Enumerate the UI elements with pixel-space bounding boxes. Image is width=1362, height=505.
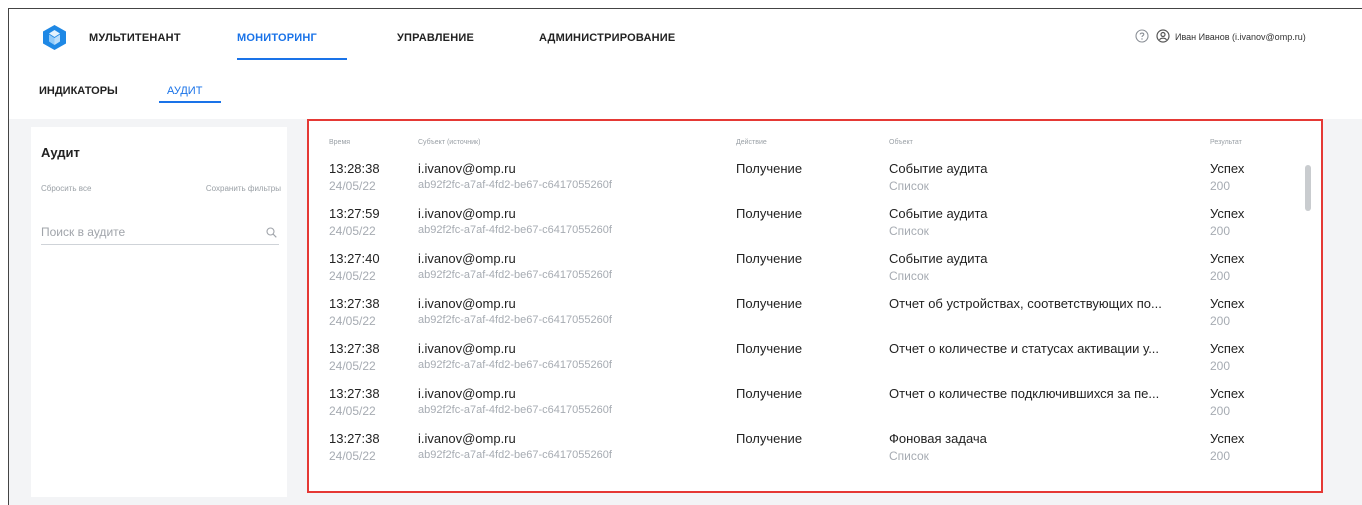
cell-code: 200 [1210,314,1231,328]
sub-nav: ИНДИКАТОРЫ АУДИТ [9,65,1362,119]
nav-monitoring[interactable]: МОНИТОРИНГ [237,32,317,44]
cell-time: 13:28:38 [329,161,380,176]
help-icon[interactable] [1135,29,1149,43]
nav-management[interactable]: УПРАВЛЕНИЕ [397,32,474,44]
cell-date: 24/05/22 [329,359,376,373]
cell-object-sub: Список [889,179,929,193]
column-header-object[interactable]: Объект [889,139,913,146]
table-row[interactable]: 13:27:38 24/05/22 i.ivanov@omp.ru ab92f2… [309,382,1321,427]
logo-icon[interactable] [42,24,67,51]
table-row[interactable]: 13:27:38 24/05/22 i.ivanov@omp.ru ab92f2… [309,292,1321,337]
cell-subject: i.ivanov@omp.ru [418,296,516,311]
user-name[interactable]: Иван Иванов (i.ivanov@omp.ru) [1175,32,1306,42]
cell-time: 13:27:38 [329,386,380,401]
cell-action: Получение [736,341,803,356]
audit-table-panel: Время Субъект (источник) Действие Объект… [307,119,1323,493]
cell-action: Получение [736,161,803,176]
cell-source: ab92f2fc-a7af-4fd2-be67-c6417055260f [418,314,612,326]
cell-result: Успех [1210,386,1245,401]
cell-time: 13:27:40 [329,251,380,266]
cell-subject: i.ivanov@omp.ru [418,251,516,266]
column-header-time[interactable]: Время [329,139,350,146]
cell-date: 24/05/22 [329,269,376,283]
cell-source: ab92f2fc-a7af-4fd2-be67-c6417055260f [418,224,612,236]
cell-action: Получение [736,251,803,266]
cell-object: Событие аудита [889,251,988,266]
column-header-subject[interactable]: Субъект (источник) [418,139,480,146]
cell-object-sub: Список [889,269,929,283]
cell-object-sub: Список [889,224,929,238]
cell-object: Событие аудита [889,206,988,221]
cell-object: Отчет о количестве подключившихся за пе.… [889,386,1160,401]
cell-subject: i.ivanov@omp.ru [418,341,516,356]
cell-time: 13:27:59 [329,206,380,221]
table-row[interactable]: 13:27:40 24/05/22 i.ivanov@omp.ru ab92f2… [309,247,1321,292]
user-icon[interactable] [1156,29,1170,43]
search-field[interactable] [41,219,279,245]
cell-action: Получение [736,431,803,446]
tab-audit[interactable]: АУДИТ [167,85,202,97]
table-row[interactable]: 13:28:38 24/05/22 i.ivanov@omp.ru ab92f2… [309,157,1321,202]
cell-source: ab92f2fc-a7af-4fd2-be67-c6417055260f [418,269,612,281]
cell-subject: i.ivanov@omp.ru [418,161,516,176]
cell-date: 24/05/22 [329,404,376,418]
cell-result: Успех [1210,296,1245,311]
cell-time: 13:27:38 [329,431,380,446]
save-filters-button[interactable]: Сохранить фильтры [206,184,281,193]
cell-object: Отчет о количестве и статусах активации … [889,341,1160,356]
cell-date: 24/05/22 [329,224,376,238]
column-header-action[interactable]: Действие [736,139,767,146]
cell-date: 24/05/22 [329,179,376,193]
search-input[interactable] [41,219,241,239]
cell-code: 200 [1210,404,1231,418]
cell-object: Отчет об устройствах, соответствующих по… [889,296,1162,311]
cell-result: Успех [1210,251,1245,266]
tab-indicators[interactable]: ИНДИКАТОРЫ [39,85,118,97]
cell-object: Фоновая задача [889,431,987,446]
sidebar-title: Аудит [41,145,80,160]
cell-action: Получение [736,296,803,311]
reset-all-button[interactable]: Сбросить все [41,184,91,193]
cell-result: Успех [1210,341,1245,356]
cell-source: ab92f2fc-a7af-4fd2-be67-c6417055260f [418,359,612,371]
table-row[interactable]: 13:27:59 24/05/22 i.ivanov@omp.ru ab92f2… [309,202,1321,247]
search-icon[interactable] [266,227,277,238]
table-scrollbar[interactable] [1305,165,1311,211]
cell-action: Получение [736,386,803,401]
app-window: МУЛЬТИТЕНАНТ МОНИТОРИНГ УПРАВЛЕНИЕ АДМИН… [8,8,1362,505]
nav-administration[interactable]: АДМИНИСТРИРОВАНИЕ [539,32,675,44]
column-header-result[interactable]: Результат [1210,139,1242,146]
cell-result: Успех [1210,431,1245,446]
cell-code: 200 [1210,269,1231,283]
cell-date: 24/05/22 [329,314,376,328]
cell-code: 200 [1210,179,1231,193]
nav-active-underline [237,58,347,60]
cell-source: ab92f2fc-a7af-4fd2-be67-c6417055260f [418,449,612,461]
cell-time: 13:27:38 [329,296,380,311]
main-content: Аудит Сбросить все Сохранить фильтры Вре… [9,119,1362,505]
cell-subject: i.ivanov@omp.ru [418,386,516,401]
table-body: 13:28:38 24/05/22 i.ivanov@omp.ru ab92f2… [309,157,1321,472]
cell-subject: i.ivanov@omp.ru [418,206,516,221]
cell-source: ab92f2fc-a7af-4fd2-be67-c6417055260f [418,179,612,191]
cell-subject: i.ivanov@omp.ru [418,431,516,446]
filter-sidebar: Аудит Сбросить все Сохранить фильтры [31,127,287,497]
nav-multitenant[interactable]: МУЛЬТИТЕНАНТ [89,32,181,44]
cell-date: 24/05/22 [329,449,376,463]
cell-object-sub: Список [889,449,929,463]
table-row[interactable]: 13:27:38 24/05/22 i.ivanov@omp.ru ab92f2… [309,337,1321,382]
cell-source: ab92f2fc-a7af-4fd2-be67-c6417055260f [418,404,612,416]
cell-result: Успех [1210,206,1245,221]
cell-time: 13:27:38 [329,341,380,356]
cell-object: Событие аудита [889,161,988,176]
table-row[interactable]: 13:27:38 24/05/22 i.ivanov@omp.ru ab92f2… [309,427,1321,472]
cell-code: 200 [1210,449,1231,463]
cell-code: 200 [1210,224,1231,238]
cell-result: Успех [1210,161,1245,176]
tab-active-underline [159,101,221,103]
cell-action: Получение [736,206,803,221]
cell-code: 200 [1210,359,1231,373]
top-nav: МУЛЬТИТЕНАНТ МОНИТОРИНГ УПРАВЛЕНИЕ АДМИН… [9,9,1362,65]
